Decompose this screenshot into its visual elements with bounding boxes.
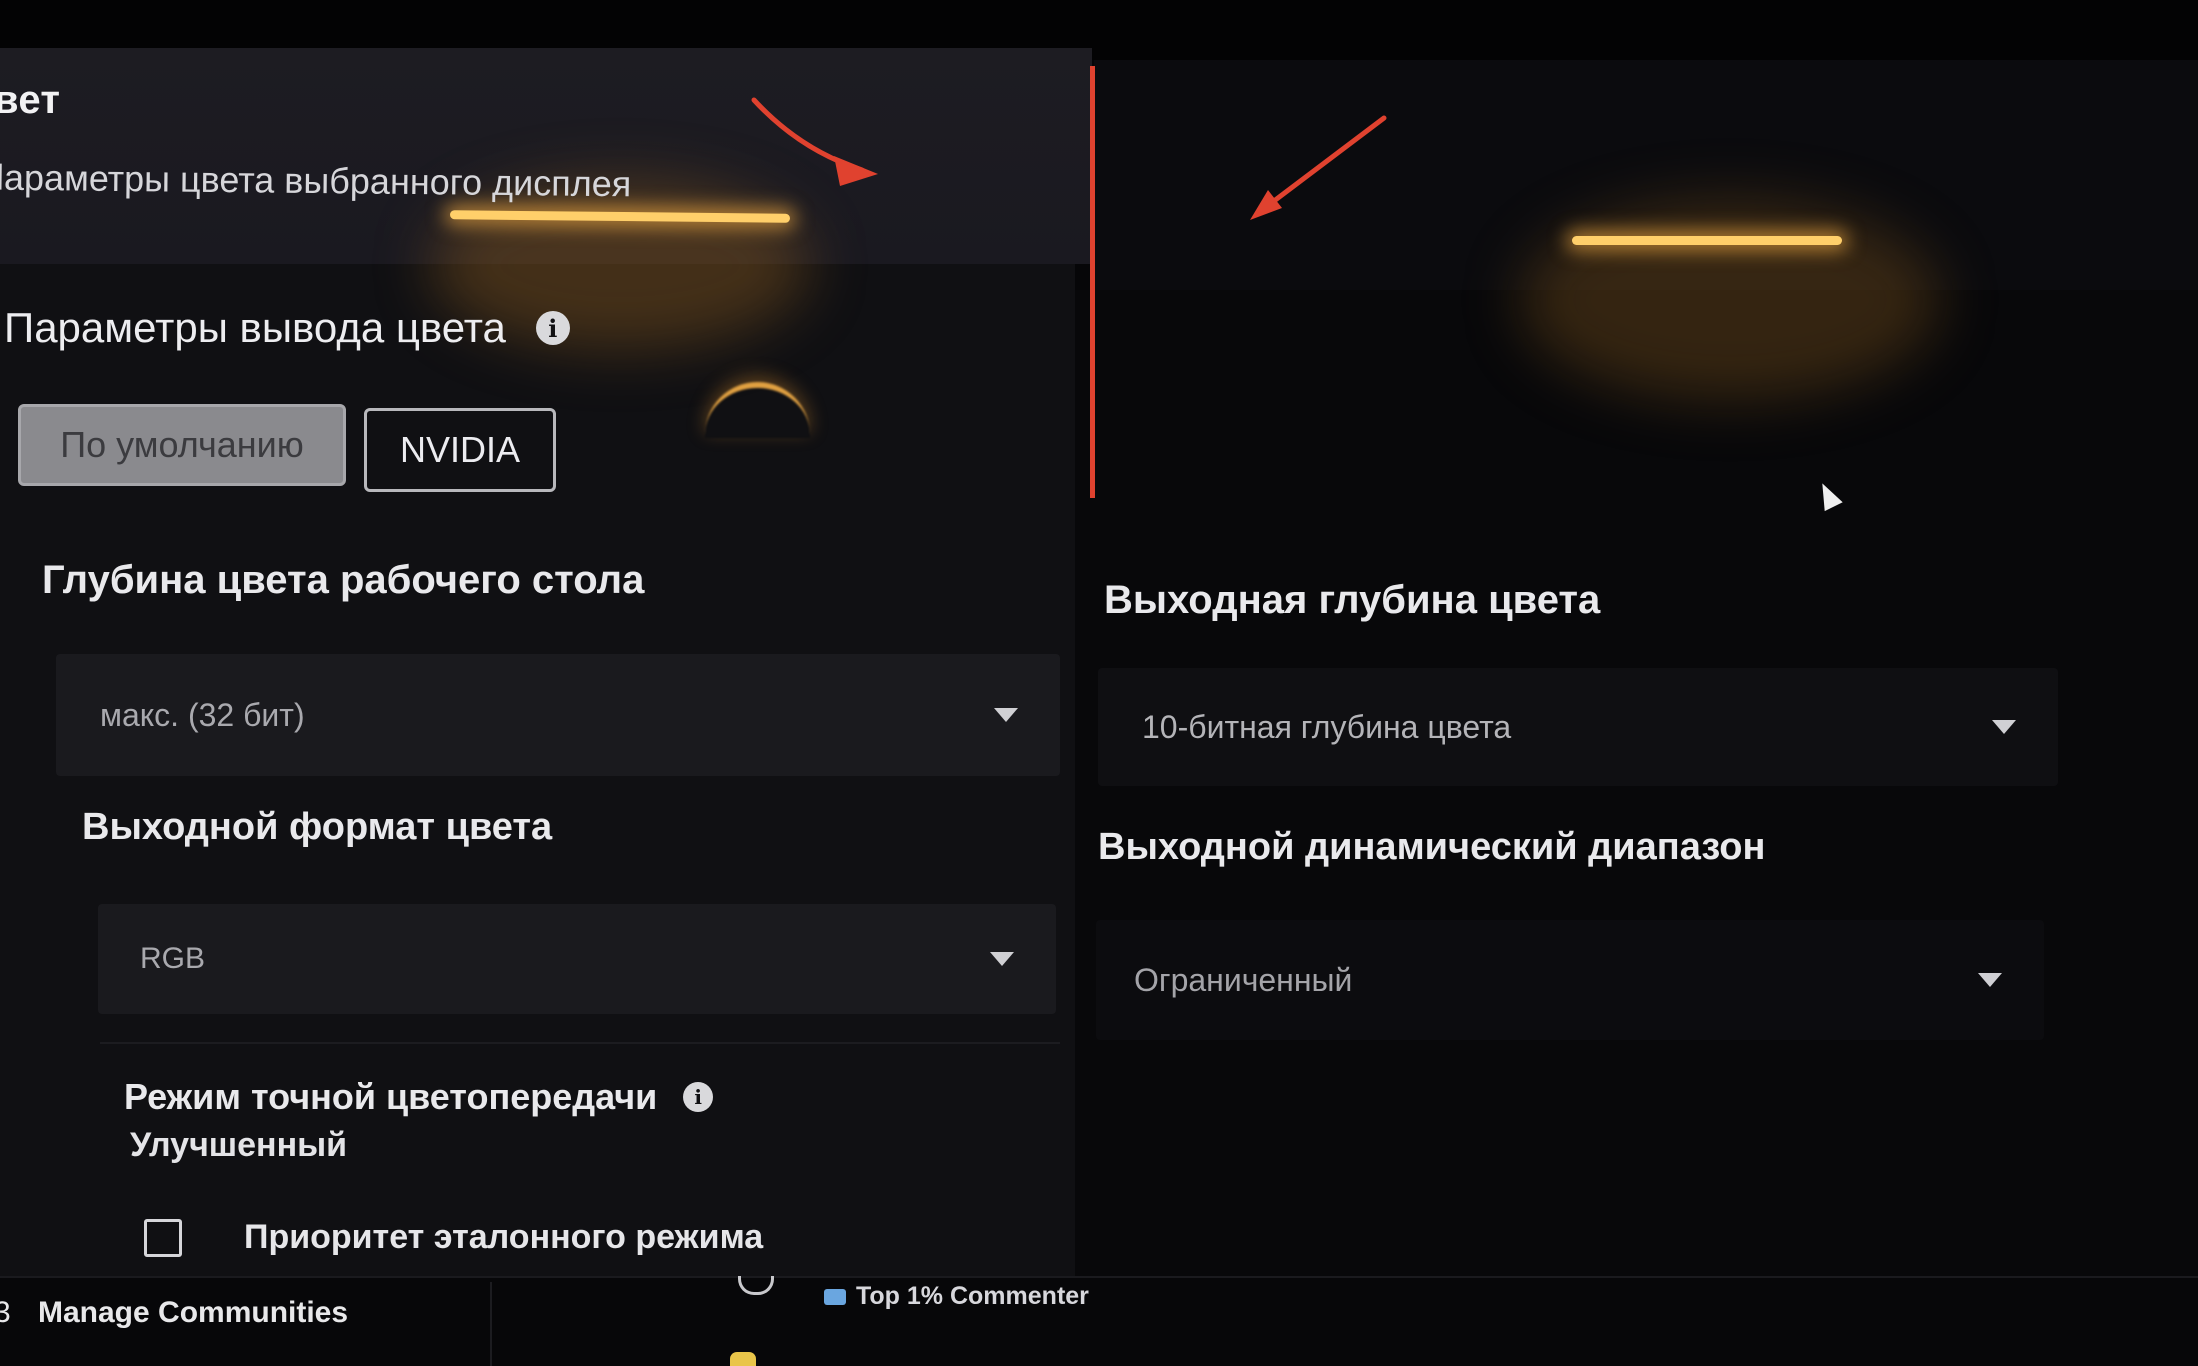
info-icon[interactable]: i — [535, 311, 570, 345]
chevron-down-icon — [1978, 973, 2002, 987]
commenter-badge: Top 1% Commenter — [824, 1282, 1089, 1311]
dynamic-range-select[interactable]: Ограниченный — [1096, 920, 2044, 1040]
photo-of-screen: вет lараметры цвета выбранного дисплея П… — [0, 0, 2198, 1366]
bottom-left-fragment: 3 — [0, 1296, 11, 1329]
chevron-down-icon — [994, 708, 1018, 722]
dynamic-range-label: Выходной динамический диапазон — [1098, 826, 1766, 868]
output-format-label: Выходной формат цвета — [82, 806, 553, 848]
header-band — [0, 48, 1092, 264]
precision-mode-label-text: Режим точной цветопередачи — [124, 1076, 658, 1117]
section-divider — [100, 1042, 1060, 1044]
manage-communities-link[interactable]: Manage Communities — [38, 1296, 348, 1330]
page-title: вет — [0, 78, 61, 122]
reference-priority-row[interactable]: Приоритет эталонного режима — [144, 1218, 763, 1257]
desktop-depth-label: Глубина цвета рабочего стола — [42, 558, 645, 602]
precision-mode-label: Режим точной цветопередачи i — [124, 1076, 714, 1118]
default-mode-button[interactable]: По умолчанию — [18, 404, 346, 486]
reference-priority-label: Приоритет эталонного режима — [244, 1218, 764, 1256]
chevron-down-icon — [990, 952, 1014, 966]
desktop-depth-select[interactable]: макс. (32 бит) — [56, 654, 1060, 776]
chevron-down-icon — [1992, 720, 2016, 734]
commenter-badge-text: Top 1% Commenter — [856, 1282, 1089, 1310]
section-title-text: Параметры вывода цвета — [4, 304, 506, 351]
section-title: Параметры вывода цвета i — [4, 304, 570, 352]
output-format-select[interactable]: RGB — [98, 904, 1056, 1014]
right-settings-panel — [1075, 290, 2198, 1290]
badge-icon — [824, 1288, 846, 1305]
right-header-band — [1094, 60, 2198, 290]
info-icon[interactable]: i — [683, 1082, 714, 1112]
desktop-depth-value: макс. (32 бит) — [100, 696, 305, 733]
partial-yellow-icon — [730, 1352, 756, 1366]
reference-priority-checkbox[interactable] — [144, 1218, 182, 1257]
precision-mode-value: Улучшенный — [130, 1126, 348, 1164]
output-depth-value: 10-битная глубина цвета — [1142, 708, 1512, 745]
page-subtitle: lараметры цвета выбранного дисплея — [0, 156, 632, 205]
dynamic-range-value: Ограниченный — [1134, 961, 1353, 998]
nvidia-mode-button[interactable]: NVIDIA — [364, 408, 556, 492]
bottom-separator — [490, 1282, 492, 1366]
output-format-value: RGB — [140, 942, 206, 975]
output-depth-label: Выходная глубина цвета — [1104, 578, 1601, 622]
annotation-divider-line — [1090, 66, 1095, 498]
output-depth-select[interactable]: 10-битная глубина цвета — [1098, 668, 2058, 786]
